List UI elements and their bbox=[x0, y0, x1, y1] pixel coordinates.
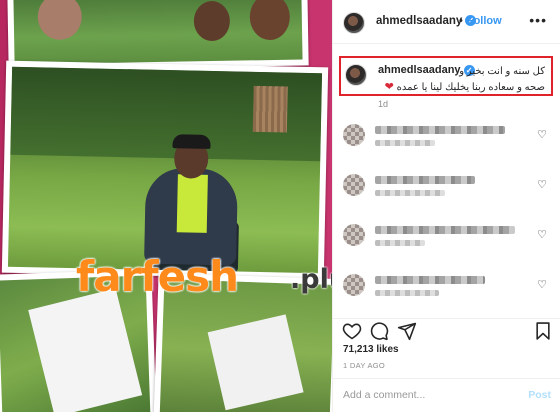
safety-vest bbox=[176, 174, 208, 233]
comment-like-icon[interactable]: ♡ bbox=[537, 278, 547, 291]
caption-avatar[interactable] bbox=[345, 64, 367, 86]
post-date[interactable]: 1 DAY AGO bbox=[343, 361, 385, 370]
comment-item: ♡ bbox=[333, 266, 560, 316]
screenshot-root: farfesh .plus.com ahmedlsaadany✓ •Follow… bbox=[0, 0, 560, 412]
separator-dot: • bbox=[459, 15, 463, 27]
caption-text-line-2: صحه و سعاده ربنا يخليك لينا يا عمده ❤ bbox=[385, 80, 545, 93]
comment-meta-blurred bbox=[375, 190, 445, 196]
person-face bbox=[193, 0, 231, 42]
add-comment-bar: Post bbox=[333, 378, 560, 412]
comment-like-icon[interactable]: ♡ bbox=[537, 128, 547, 141]
newspaper bbox=[207, 314, 304, 411]
collage-photo-main bbox=[1, 60, 329, 280]
comment-item: ♡ bbox=[333, 116, 560, 166]
follow-label[interactable]: Follow bbox=[467, 15, 502, 27]
commenter-avatar-blurred[interactable] bbox=[343, 174, 365, 196]
author-username-text[interactable]: ahmedlsaadany bbox=[376, 15, 462, 27]
add-comment-input[interactable] bbox=[343, 389, 513, 401]
caption-text-line-1: كل سنه و انت بخير و bbox=[459, 66, 545, 77]
collage-photo-bottom-right bbox=[153, 272, 332, 412]
more-options-icon[interactable]: ••• bbox=[529, 12, 547, 28]
author-avatar[interactable] bbox=[343, 12, 365, 34]
post-header: ahmedlsaadany ✓ • Follow ••• bbox=[333, 0, 560, 44]
post-image[interactable]: farfesh .plus.com bbox=[0, 0, 332, 412]
commenter-avatar-blurred[interactable] bbox=[343, 274, 365, 296]
comments-list: ♡ ♡ ♡ ♡ bbox=[333, 116, 560, 316]
cap bbox=[172, 134, 211, 149]
comment-like-icon[interactable]: ♡ bbox=[537, 178, 547, 191]
follow-button[interactable]: • Follow bbox=[459, 15, 502, 27]
caption-line-2-text: صحه و سعاده ربنا يخليك لينا يا عمده bbox=[396, 82, 545, 93]
collage-photo-bottom-left bbox=[0, 269, 157, 412]
likes-count[interactable]: 71,213 likes bbox=[343, 344, 399, 355]
action-bar bbox=[333, 318, 560, 342]
person-face bbox=[37, 0, 83, 41]
heart-outline-icon[interactable] bbox=[342, 321, 362, 341]
bookmark-icon[interactable] bbox=[533, 321, 553, 341]
caption-highlight-box: ahmedlsaadany ✓ كل سنه و انت بخير و صحه و… bbox=[339, 56, 553, 96]
send-paper-plane-icon[interactable] bbox=[397, 321, 417, 341]
red-heart-emoji: ❤ bbox=[384, 81, 394, 93]
caption-timestamp[interactable]: 1d bbox=[378, 99, 388, 109]
comment-item: ♡ bbox=[333, 216, 560, 266]
comment-text-blurred bbox=[375, 276, 485, 284]
caption-username-text[interactable]: ahmedlsaadany bbox=[378, 64, 461, 76]
garden-gate bbox=[252, 85, 288, 133]
comment-text-blurred bbox=[375, 176, 475, 184]
commenter-avatar-blurred[interactable] bbox=[343, 224, 365, 246]
comment-text-blurred bbox=[375, 126, 505, 134]
comment-like-icon[interactable]: ♡ bbox=[537, 228, 547, 241]
newspaper bbox=[28, 288, 143, 412]
commenter-avatar-blurred[interactable] bbox=[343, 124, 365, 146]
person-face bbox=[249, 0, 291, 41]
comment-text-blurred bbox=[375, 226, 515, 234]
comment-meta-blurred bbox=[375, 240, 425, 246]
comment-meta-blurred bbox=[375, 140, 435, 146]
collage-photo-top bbox=[7, 0, 309, 71]
post-side-panel: ahmedlsaadany ✓ • Follow ••• ahmedlsaadany… bbox=[332, 0, 560, 412]
post-comment-button[interactable]: Post bbox=[528, 389, 551, 401]
comment-bubble-icon[interactable] bbox=[369, 321, 389, 341]
comment-meta-blurred bbox=[375, 290, 439, 296]
comment-item: ♡ bbox=[333, 166, 560, 216]
